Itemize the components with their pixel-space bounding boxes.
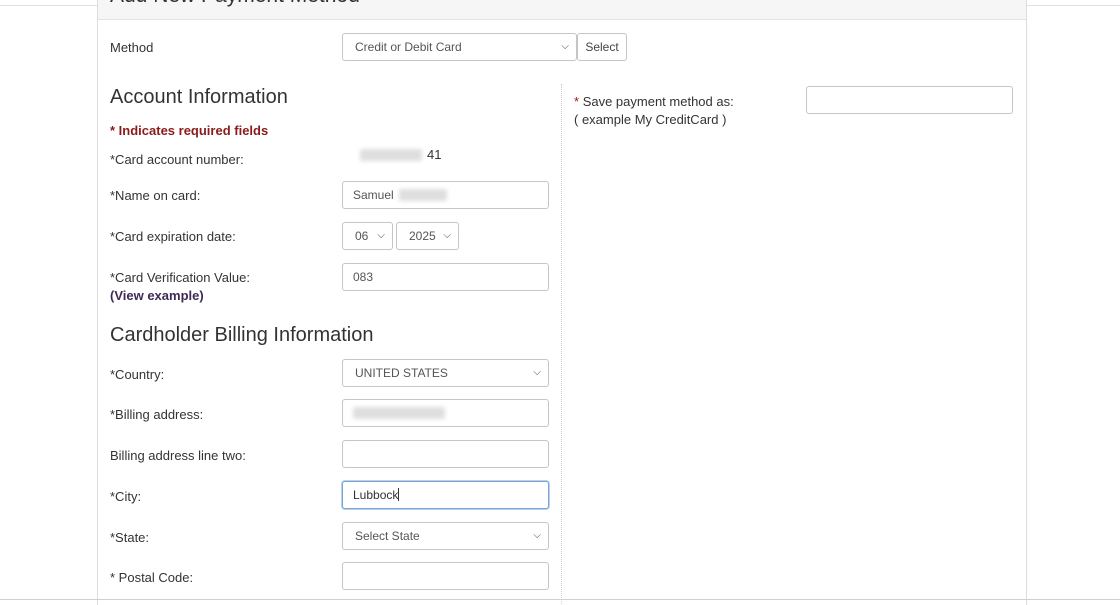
name-redacted <box>399 189 447 201</box>
save-as-example: ( example My CreditCard ) <box>574 112 727 127</box>
name-on-card-value: Samuel <box>353 188 394 202</box>
save-as-label: * Save payment method as: <box>574 94 734 109</box>
panel-title: Add New Payment Method <box>110 0 360 8</box>
billing-address-input[interactable] <box>342 399 549 427</box>
method-select-value: Credit or Debit Card <box>355 40 462 54</box>
billing-address-two-label: Billing address line two: <box>110 448 246 463</box>
city-label: *City: <box>110 489 142 504</box>
postal-code-input[interactable] <box>342 562 549 590</box>
chevron-down-icon: ⌵ <box>377 230 385 241</box>
method-select[interactable]: Credit or Debit Card ⌵ <box>342 33 577 61</box>
name-on-card-input[interactable]: Samuel <box>342 181 549 209</box>
billing-info-heading: Cardholder Billing Information <box>110 324 374 346</box>
country-label: *Country: <box>110 367 165 382</box>
city-input[interactable]: Lubbock <box>342 481 549 509</box>
exp-month-value: 06 <box>355 229 369 243</box>
card-expiration-label: *Card expiration date: <box>110 229 236 244</box>
chevron-down-icon: ⌵ <box>533 530 541 541</box>
country-value: UNITED STATES <box>355 366 448 380</box>
billing-address-label: *Billing address: <box>110 407 204 422</box>
state-value: Select State <box>355 529 420 543</box>
method-label: Method <box>110 40 154 55</box>
cvv-label: *Card Verification Value: <box>110 270 250 285</box>
state-select[interactable]: Select State ⌵ <box>342 522 549 550</box>
name-on-card-label: *Name on card: <box>110 188 201 203</box>
panel-header: Add New Payment Method <box>98 0 1026 20</box>
postal-code-label: * Postal Code: <box>110 570 194 585</box>
chevron-down-icon: ⌵ <box>533 367 541 378</box>
card-number-suffix: 41 <box>427 147 442 162</box>
billing-address-two-input[interactable] <box>342 440 549 468</box>
state-label: *State: <box>110 530 150 545</box>
account-info-heading: Account Information <box>110 86 288 108</box>
card-number-label: *Card account number: <box>110 152 244 167</box>
text-caret <box>398 488 400 501</box>
chevron-down-icon: ⌵ <box>561 41 569 52</box>
method-select-button[interactable]: Select <box>577 33 627 61</box>
payment-method-panel: Add New Payment Method Method Credit or … <box>97 0 1027 605</box>
billing-address-redacted <box>353 407 445 419</box>
save-as-label-text: Save payment method as: <box>582 94 734 109</box>
view-example-link[interactable]: (View example) <box>110 288 204 303</box>
country-select[interactable]: UNITED STATES ⌵ <box>342 359 549 387</box>
column-divider <box>561 84 562 604</box>
save-as-input[interactable] <box>806 86 1013 114</box>
page-bottom-border <box>0 599 1120 600</box>
required-fields-note: * Indicates required fields <box>110 123 269 138</box>
card-number-redacted <box>360 149 422 161</box>
required-star: * <box>574 94 580 109</box>
exp-year-select[interactable]: 2025 ⌵ <box>396 222 459 250</box>
cvv-input[interactable] <box>342 263 549 291</box>
exp-year-value: 2025 <box>409 229 436 243</box>
city-value: Lubbock <box>353 488 399 502</box>
exp-month-select[interactable]: 06 ⌵ <box>342 222 393 250</box>
chevron-down-icon: ⌵ <box>443 230 451 241</box>
